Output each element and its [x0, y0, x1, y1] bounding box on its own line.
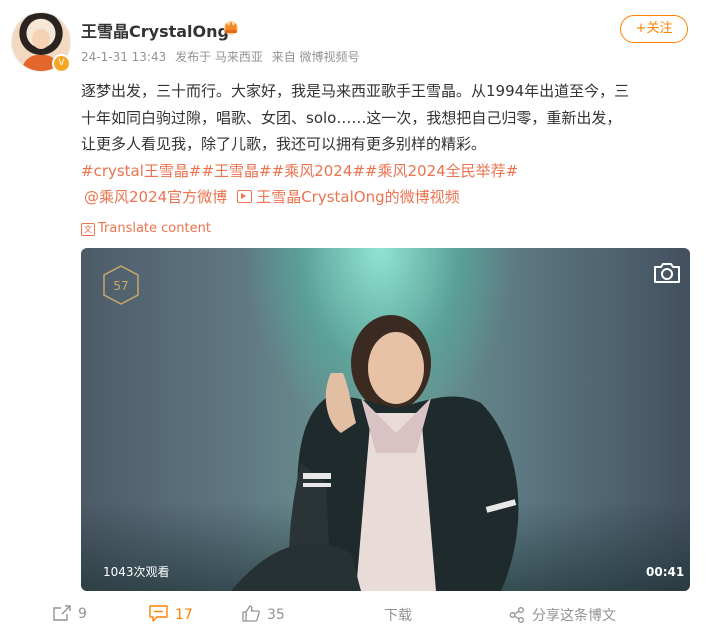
verified-badge-icon: V — [52, 54, 71, 73]
translate-label: Translate content — [98, 221, 211, 236]
post-timestamp[interactable]: 24-1-31 13:43 — [81, 50, 166, 64]
view-count: 1043次观看 — [103, 565, 170, 579]
download-label: 下载 — [384, 608, 412, 624]
translate-icon: 文 — [81, 223, 95, 236]
performer-image — [231, 315, 519, 591]
hashtag-list[interactable]: #crystal王雪晶##王雪晶##乘风2024##乘风2024全民举荐# — [81, 158, 518, 184]
brand-logo-icon: 57 — [103, 265, 139, 305]
like-count: 35 — [267, 607, 285, 623]
download-button[interactable]: 下载 — [384, 605, 412, 625]
follow-button[interactable]: +关注 — [620, 15, 688, 43]
share-icon — [509, 607, 524, 623]
comment-button[interactable]: 17 — [149, 605, 193, 623]
like-button[interactable]: 35 — [242, 605, 285, 623]
thumbs-up-icon — [242, 605, 260, 622]
crown-icon — [224, 21, 238, 35]
content-line: 让更多人看见我，除了儿歌，我还可以拥有更多别样的精彩。 — [81, 135, 487, 153]
share-label: 分享这条博文 — [532, 608, 616, 624]
translate-button[interactable]: 文 Translate content — [81, 221, 211, 236]
content-line: 十年如同白驹过隙，唱歌、女团、solo……这一次，我想把自己归零，重新出发， — [81, 108, 622, 127]
post-source: 来自 微博视频号 — [271, 50, 360, 64]
forward-icon — [53, 605, 71, 621]
post-meta: 24-1-31 13:43 发布于 马来西亚 来自 微博视频号 — [81, 48, 365, 65]
video-link-icon — [237, 190, 253, 203]
forward-count: 9 — [78, 606, 87, 622]
post-content: 逐梦出发，三十而行。大家好，我是马来西亚歌手王雪晶。从1994年出道至今，三 十… — [81, 78, 693, 158]
share-button[interactable]: 分享这条博文 — [509, 605, 616, 625]
post-location: 发布于 马来西亚 — [175, 50, 263, 64]
comment-icon — [149, 605, 168, 622]
brand-logo-text: 57 — [113, 279, 128, 293]
content-line: 逐梦出发，三十而行。大家好，我是马来西亚歌手王雪晶。从1994年出道至今，三 — [81, 82, 630, 100]
camera-icon[interactable] — [652, 261, 682, 285]
mention-link[interactable]: @乘风2024官方微博 — [84, 188, 227, 206]
action-bar: 9 17 35 下载 分享这条博文 — [0, 598, 711, 625]
video-link[interactable]: 王雪晶CrystalOng的微博视频 — [256, 188, 459, 206]
video-duration: 00:41 — [646, 565, 685, 579]
post-links: @乘风2024官方微博 王雪晶CrystalOng的微博视频 — [84, 184, 460, 210]
avatar-face — [32, 29, 50, 49]
author-name[interactable]: 王雪晶CrystalOng — [81, 18, 229, 42]
comment-count: 17 — [175, 607, 193, 623]
video-player[interactable]: 57 1043次观看 00:41 — [81, 248, 690, 591]
forward-button[interactable]: 9 — [53, 605, 87, 622]
